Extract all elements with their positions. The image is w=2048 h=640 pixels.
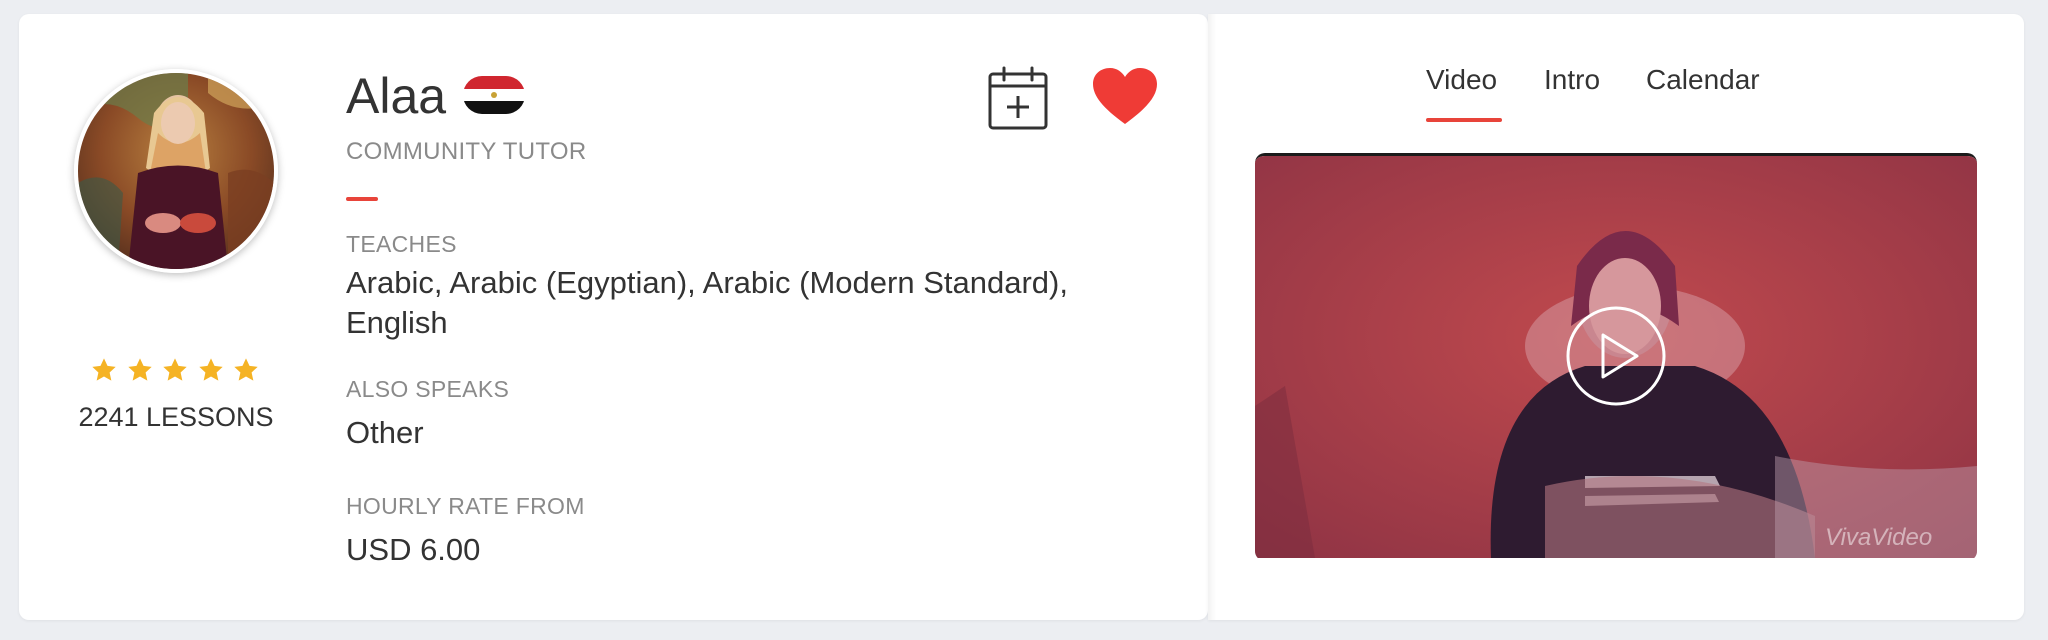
play-icon[interactable] [1565, 305, 1667, 407]
egypt-flag-icon [463, 76, 525, 114]
video-watermark: VivaVideo [1825, 524, 1933, 551]
calendar-add-icon[interactable] [988, 66, 1048, 130]
tab-calendar[interactable]: Calendar [1646, 64, 1760, 96]
star-icon [127, 358, 152, 381]
teaches-value: Arabic, Arabic (Egyptian), Arabic (Moder… [346, 265, 1068, 340]
rating-stars [90, 356, 260, 388]
star-icon [163, 358, 187, 381]
hourly-rate-label: HOURLY RATE FROM [346, 493, 585, 519]
card-divider [1208, 14, 1216, 620]
teaches-label: TEACHES [346, 231, 457, 257]
accent-divider [346, 197, 378, 201]
star-icon [234, 358, 258, 381]
heart-icon[interactable] [1093, 68, 1157, 126]
tutor-name[interactable]: Alaa [346, 66, 446, 126]
also-speaks-value: Other [346, 415, 424, 450]
tutor-avatar[interactable] [74, 69, 278, 273]
star-icon [92, 358, 116, 381]
also-speaks-label: ALSO SPEAKS [346, 376, 510, 402]
tab-video[interactable]: Video [1426, 64, 1497, 96]
tab-intro[interactable]: Intro [1544, 64, 1600, 96]
active-tab-indicator [1426, 118, 1502, 122]
tutor-type: COMMUNITY TUTOR [346, 138, 587, 165]
star-icon [198, 358, 223, 381]
hourly-rate-value: USD 6.00 [346, 532, 481, 567]
lesson-count: 2241 LESSONS [78, 402, 274, 432]
